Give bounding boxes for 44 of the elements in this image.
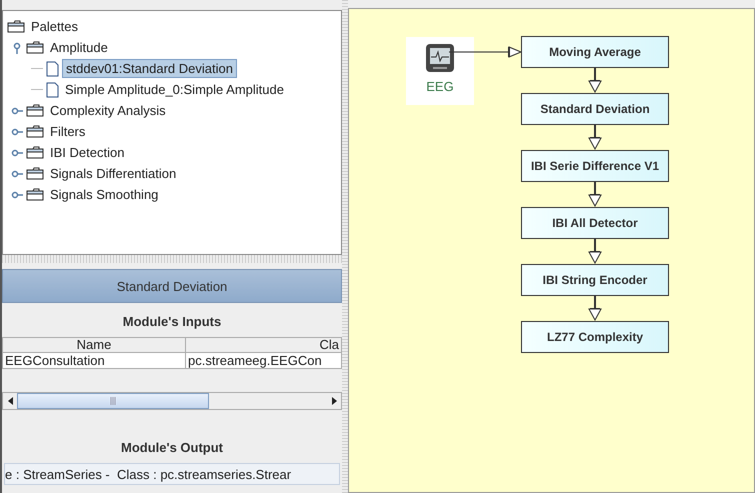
folder-icon — [26, 188, 44, 201]
tree-item[interactable]: Complexity Analysis — [47, 102, 169, 119]
module-node[interactable]: IBI String Encoder — [521, 264, 669, 296]
module-node[interactable]: Standard Deviation — [521, 93, 669, 125]
file-icon — [46, 82, 59, 98]
folder-icon — [26, 167, 44, 180]
table-cell: pc.streameeg.EEGCon — [186, 352, 342, 368]
folder-icon — [26, 104, 44, 117]
module-node[interactable]: LZ77 Complexity — [521, 321, 669, 353]
section-heading: Module's Inputs — [122, 313, 222, 331]
tree-item[interactable]: Simple Amplitude_0:Simple Amplitude — [62, 81, 287, 98]
column-header[interactable]: Name — [2, 338, 186, 352]
expanded-handle-icon[interactable] — [11, 42, 23, 54]
tree-item[interactable]: Filters — [47, 123, 88, 140]
grip-icon[interactable] — [110, 397, 116, 405]
column-header[interactable]: Cla — [186, 338, 342, 352]
table-cell: EEGConsultation — [2, 352, 186, 368]
folder-icon — [7, 20, 25, 33]
module-title-bar: Standard Deviation — [2, 269, 342, 303]
tree-item[interactable]: Palettes — [28, 18, 81, 35]
monitor-icon — [425, 43, 455, 73]
horizontal-scrollbar[interactable] — [2, 392, 342, 410]
folder-icon — [26, 125, 44, 138]
tree-item[interactable]: Signals Smoothing — [47, 186, 162, 203]
source-node[interactable]: EEG — [406, 37, 474, 105]
module-node[interactable]: IBI Serie Difference V1 — [521, 150, 669, 182]
connector-arrow — [588, 125, 602, 150]
connector-arrow — [588, 296, 602, 321]
output-field: e : StreamSeries - Class : pc.streamseries.Strear — [4, 463, 340, 485]
connector-arrow — [588, 68, 602, 93]
tree-item[interactable]: Amplitude — [47, 39, 111, 56]
module-node[interactable]: IBI All Detector — [521, 207, 669, 239]
section-heading: Module's Output — [120, 439, 224, 457]
tree-item[interactable]: IBI Detection — [47, 144, 128, 161]
module-node[interactable]: Moving Average — [521, 36, 669, 68]
connector-arrow — [588, 182, 602, 207]
file-icon — [46, 60, 59, 76]
scroll-right-icon[interactable] — [332, 397, 336, 405]
scroll-left-icon[interactable] — [8, 397, 12, 405]
folder-icon — [26, 146, 44, 159]
connector-arrow — [588, 239, 602, 264]
tree-item[interactable]: Signals Differentiation — [47, 165, 180, 182]
tree-item[interactable]: stddev01:Standard Deviation — [62, 59, 237, 78]
folder-icon — [26, 41, 44, 54]
